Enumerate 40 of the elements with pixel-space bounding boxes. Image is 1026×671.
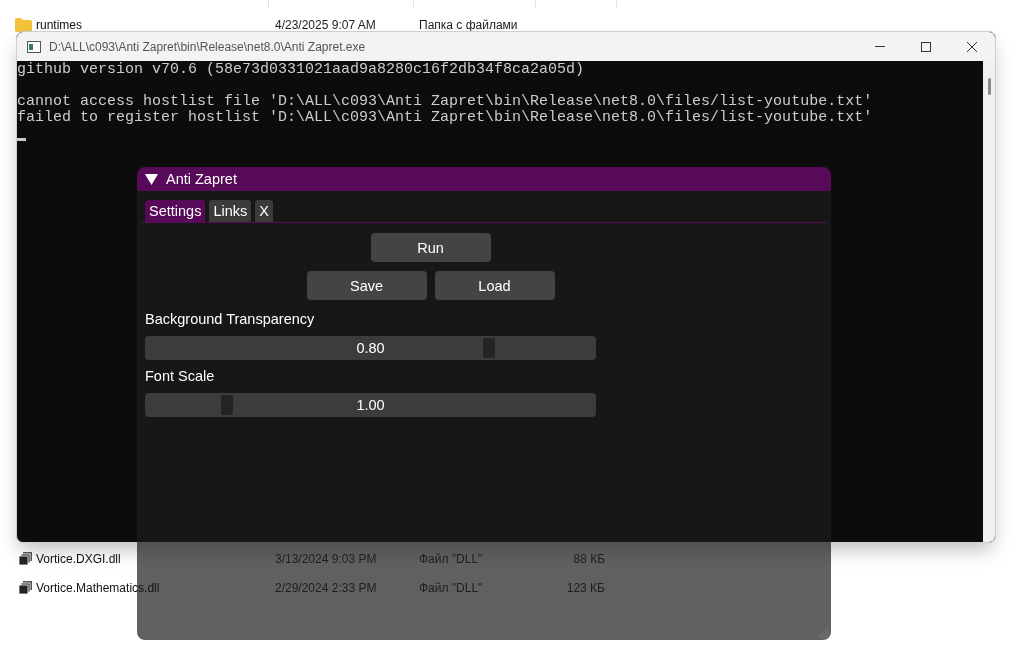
- slider-label: Font Scale: [145, 368, 215, 385]
- slider-grab[interactable]: [483, 338, 496, 358]
- file-size: 88 КБ: [572, 551, 605, 566]
- slider-value: 1.00: [356, 397, 385, 413]
- console-line: failed to register hostlist 'D:\ALL\c093\Anti Zapret\bin\Release\net8.0\files/list-youtube.txt': [17, 110, 874, 126]
- console-line: cannot access hostlist file 'D:\ALL\c093\Anti Zapret\bin\Release\net8.0\files/list-youtube.txt': [17, 94, 874, 110]
- tab[interactable]: X: [255, 200, 273, 222]
- file-date: 3/13/2024 9:03 PM: [275, 551, 378, 566]
- slider[interactable]: 1.00: [145, 393, 596, 417]
- panel-title: Anti Zapret: [166, 171, 237, 187]
- action-button[interactable]: Run: [370, 233, 491, 262]
- scrollbar[interactable]: [983, 61, 995, 542]
- action-button[interactable]: Load: [434, 271, 555, 300]
- console-line: github version v70.6 (58e73d0331021aad9a8280c16f2db34f8ca2a05d): [17, 62, 586, 78]
- collapse-triangle-icon[interactable]: [145, 173, 158, 185]
- file-type: Файл "DLL": [419, 580, 484, 595]
- action-button[interactable]: Save: [306, 271, 427, 300]
- file-type: Файл "DLL": [419, 551, 484, 566]
- console-app-icon: [27, 40, 41, 53]
- window-title: D:\ALL\c093\Anti Zapret\bin\Release\net8.0\Anti Zapret.exe: [49, 39, 367, 54]
- close-icon: [967, 41, 977, 52]
- file-date: 2/29/2024 2:33 PM: [275, 580, 378, 595]
- folder-icon: [15, 17, 32, 32]
- maximize-icon: [921, 41, 931, 52]
- slider-value: 0.80: [356, 340, 385, 356]
- file-date: 4/23/2025 9:07 AM: [275, 17, 377, 32]
- slider[interactable]: 0.80: [145, 336, 596, 360]
- file-size: 123 КБ: [565, 580, 605, 595]
- tab[interactable]: Settings: [145, 200, 206, 222]
- file-name[interactable]: runtimes: [36, 17, 82, 32]
- resize-grip[interactable]: [817, 626, 829, 638]
- panel-title-bar[interactable]: Anti Zapret: [137, 167, 831, 191]
- slider-grab[interactable]: [221, 395, 234, 415]
- file-stack-icon: [19, 581, 32, 594]
- slider-label: Background Transparency: [145, 311, 315, 328]
- minimize-icon: [875, 46, 885, 47]
- file-type: Папка с файлами: [419, 17, 519, 32]
- file-name[interactable]: Vortice.DXGI.dll: [36, 551, 121, 566]
- tab[interactable]: Links: [209, 200, 252, 222]
- file-stack-icon: [19, 552, 32, 565]
